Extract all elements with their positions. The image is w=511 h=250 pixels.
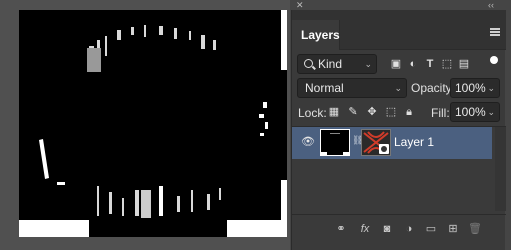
opacity-value: 100% — [455, 81, 486, 95]
layer-list: 👁︎ ⛓︎ Layer 1 — [292, 126, 506, 211]
layers-footer: ⚭ fx ◙ ◑ ▭ ⊞ 🗑︎ — [292, 214, 506, 242]
filter-row: Kind ⌄ ▣ ◐ T ⬚ ▤ — [292, 52, 506, 76]
chevron-down-icon: ⌄ — [487, 83, 495, 93]
type-filter-icon[interactable]: T — [424, 58, 436, 70]
canvas-image — [19, 10, 287, 237]
hamburger-icon[interactable] — [490, 28, 500, 36]
lock-transparent-icon[interactable]: ▦ — [328, 106, 340, 118]
delete-icon[interactable]: 🗑︎ — [468, 222, 482, 236]
canvas-area[interactable] — [0, 0, 290, 250]
layer-list-scrollbar[interactable] — [495, 127, 506, 211]
lock-image-icon[interactable]: ✎ — [347, 106, 359, 118]
lock-position-icon[interactable]: ✥ — [366, 106, 378, 118]
chevron-down-icon: ⌄ — [394, 83, 402, 93]
chevron-down-icon: ⌄ — [487, 107, 495, 117]
smart-object-filter-icon[interactable]: ▤ — [458, 58, 470, 70]
new-layer-icon[interactable]: ⊞ — [446, 222, 460, 236]
chevron-down-icon: ⌄ — [364, 59, 372, 69]
link-icon[interactable]: ⚭ — [334, 222, 348, 236]
fill-label: Fill: — [431, 106, 450, 120]
filter-toggle-icon[interactable] — [490, 56, 498, 64]
fill-value: 100% — [455, 105, 486, 119]
opacity-field[interactable]: 100% ⌄ — [450, 78, 500, 98]
thumbnail-image — [321, 130, 349, 155]
blend-mode-value: Normal — [305, 81, 344, 95]
smart-filter-badge-icon — [379, 144, 389, 154]
fx-icon[interactable]: fx — [358, 222, 372, 236]
filter-kind-value: Kind — [318, 57, 343, 71]
chain-link-icon[interactable]: ⛓︎ — [352, 135, 363, 149]
lock-label: Lock: — [298, 106, 327, 120]
mask-icon[interactable]: ◙ — [380, 222, 394, 236]
tab-layers[interactable]: Layers — [292, 20, 340, 50]
shape-filter-icon[interactable]: ⬚ — [441, 58, 453, 70]
lock-all-icon[interactable]: 🔒︎ — [403, 106, 415, 118]
blend-mode-select[interactable]: Normal ⌄ — [297, 78, 407, 98]
layer-name[interactable]: Layer 1 — [394, 135, 434, 149]
lock-artboard-icon[interactable]: ⬚ — [385, 106, 397, 118]
blend-row: Normal ⌄ Opacity: 100% ⌄ — [292, 78, 506, 100]
adjustment-filter-icon[interactable]: ◐ — [407, 58, 419, 70]
filter-kind-select[interactable]: Kind ⌄ — [297, 54, 377, 74]
layer-thumbnail[interactable] — [320, 129, 350, 156]
opacity-label: Opacity: — [411, 81, 456, 95]
eye-icon[interactable]: 👁︎ — [301, 136, 315, 148]
layer-row[interactable]: 👁︎ ⛓︎ Layer 1 — [292, 127, 492, 159]
group-icon[interactable]: ▭ — [424, 222, 438, 236]
lock-row: Lock: ▦ ✎ ✥ ⬚ 🔒︎ Fill: 100% ⌄ — [292, 102, 506, 124]
panel-tab-bar: Layers — [292, 10, 506, 50]
collapse-panel-button[interactable]: ‹‹ — [488, 0, 494, 10]
document-canvas[interactable] — [19, 10, 287, 237]
search-icon — [304, 59, 313, 68]
layers-panel: Layers Kind ⌄ ▣ ◐ T ⬚ ▤ Normal ⌄ Opacity… — [291, 10, 506, 250]
fill-field[interactable]: 100% ⌄ — [450, 102, 500, 122]
pixel-filter-icon[interactable]: ▣ — [390, 58, 402, 70]
adjustment-icon[interactable]: ◑ — [402, 222, 416, 236]
layer-mask-thumbnail[interactable] — [361, 129, 391, 156]
close-panel-button[interactable]: ✕ — [296, 0, 304, 10]
